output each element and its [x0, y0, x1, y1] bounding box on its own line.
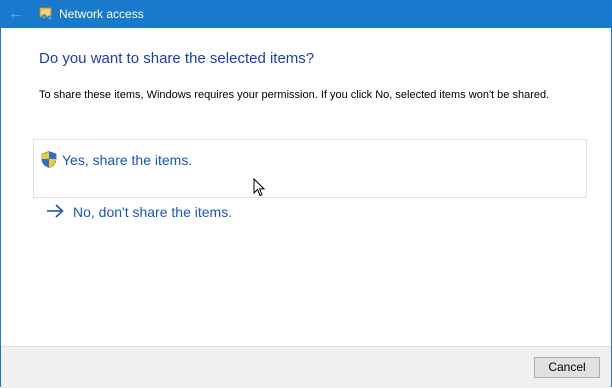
mouse-cursor-icon — [253, 178, 265, 197]
uac-shield-icon — [41, 151, 57, 168]
arrow-right-icon — [47, 204, 64, 218]
share-no-option[interactable]: No, don't share the items. — [33, 199, 587, 229]
network-share-icon — [39, 7, 53, 22]
window-title: Network access — [59, 7, 144, 21]
title-bar: ← Network access — [1, 1, 611, 28]
share-yes-option[interactable]: Yes, share the items. — [33, 139, 587, 198]
share-yes-label: Yes, share the items. — [62, 152, 193, 168]
network-access-dialog: ← Network access Do you want to share th… — [0, 0, 612, 388]
share-no-label: No, don't share the items. — [73, 204, 233, 220]
dialog-description: To share these items, Windows requires y… — [39, 89, 550, 101]
dialog-footer: Cancel — [1, 346, 611, 388]
back-arrow-icon[interactable]: ← — [8, 5, 24, 23]
cancel-button[interactable]: Cancel — [534, 357, 600, 378]
dialog-heading: Do you want to share the selected items? — [39, 50, 315, 67]
